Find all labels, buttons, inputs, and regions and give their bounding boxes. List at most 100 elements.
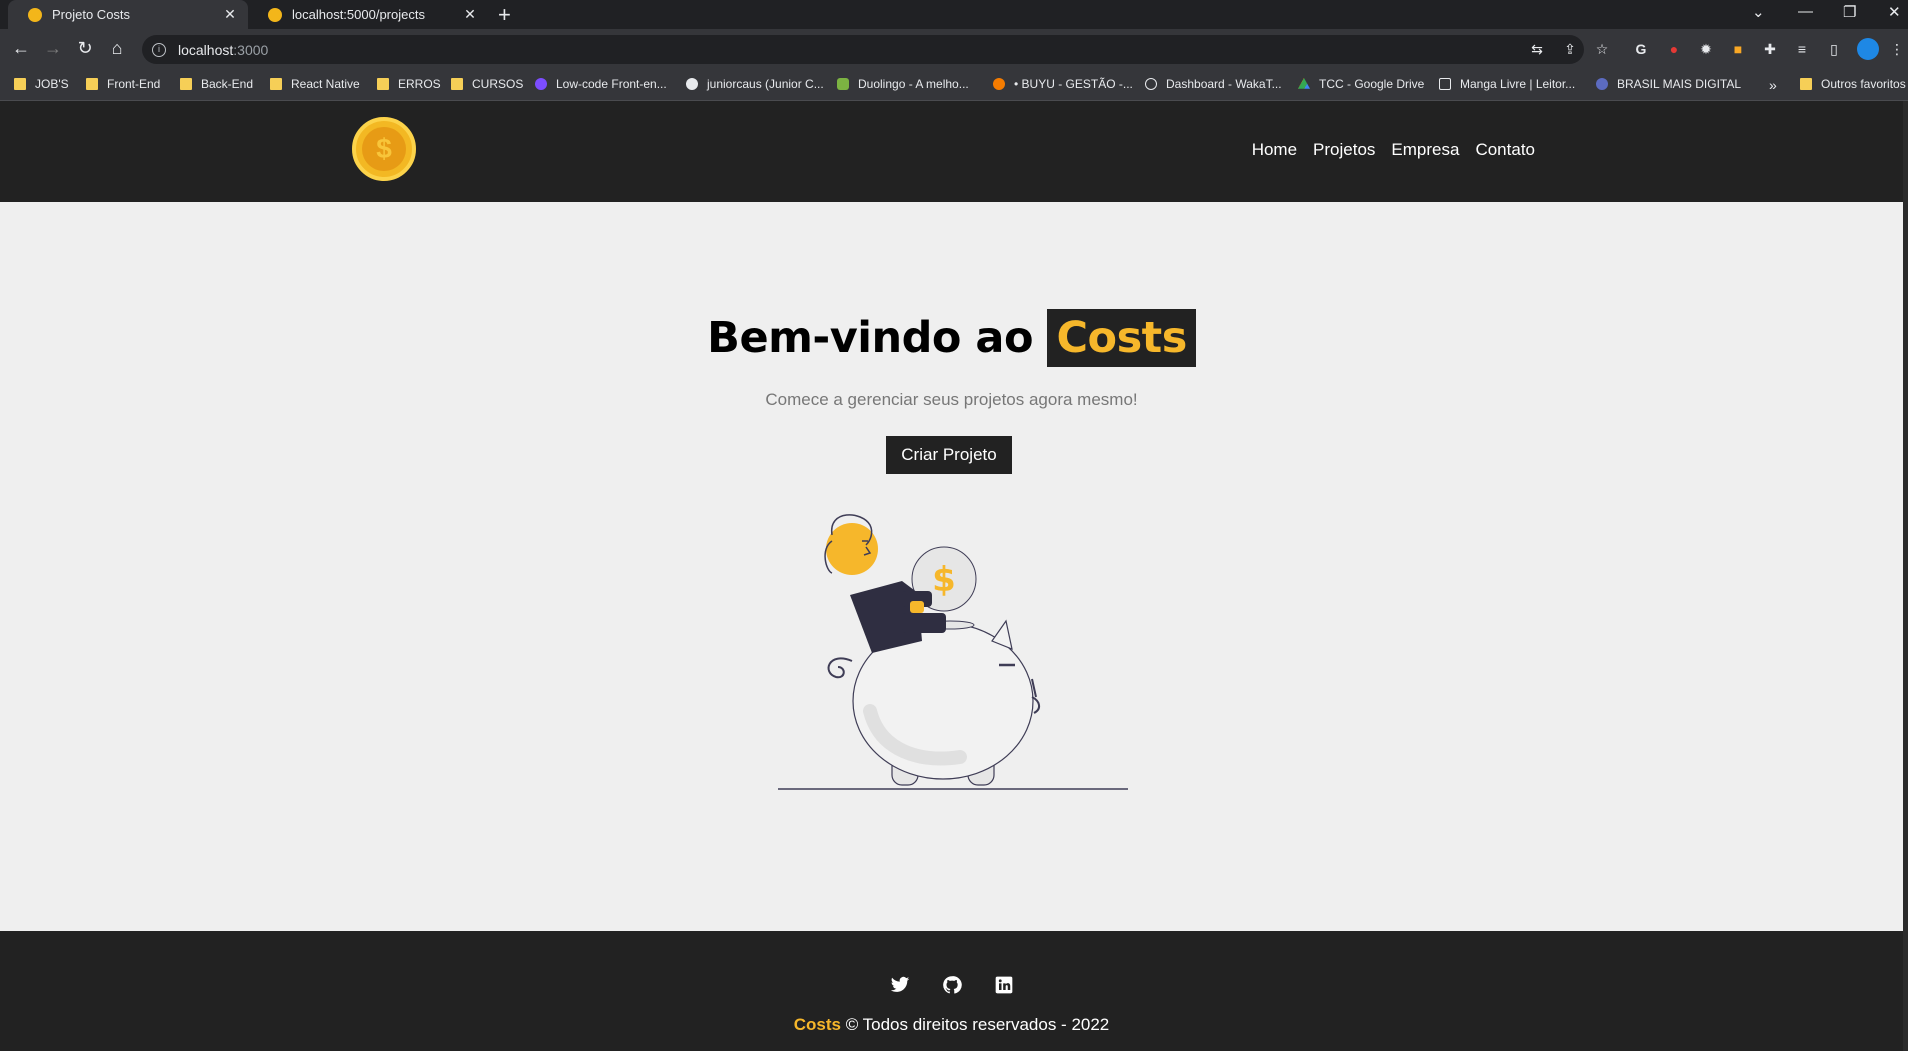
bookmark-label: JOB'S bbox=[35, 77, 69, 91]
hero-subtitle: Comece a gerenciar seus projetos agora m… bbox=[765, 390, 1138, 409]
nav-link-empresa[interactable]: Empresa bbox=[1391, 140, 1459, 160]
new-tab-icon[interactable]: + bbox=[498, 2, 511, 28]
bookmark-link[interactable]: juniorcaus (Junior C... bbox=[686, 77, 824, 91]
extensions-puzzle-icon[interactable]: ✚ bbox=[1761, 40, 1779, 58]
browser-tab[interactable]: localhost:5000/projects ✕ bbox=[248, 0, 488, 29]
title-prefix: Bem-vindo ao bbox=[707, 313, 1033, 363]
colorpick-extension-icon[interactable]: ■ bbox=[1729, 40, 1747, 58]
close-window-icon[interactable]: ✕ bbox=[1888, 3, 1901, 21]
social-links bbox=[0, 975, 1903, 995]
duolingo-icon bbox=[837, 78, 849, 90]
tab-close-icon[interactable]: ✕ bbox=[222, 6, 238, 23]
bookmark-label: React Native bbox=[291, 77, 360, 91]
minimize-icon[interactable]: — bbox=[1798, 3, 1813, 20]
tab-title: localhost:5000/projects bbox=[292, 7, 425, 22]
bookmark-star-icon[interactable]: ☆ bbox=[1593, 40, 1611, 58]
page-viewport: $ Home Projetos Empresa Contato Bem-vind… bbox=[0, 101, 1903, 1051]
bookmark-label: Dashboard - WakaT... bbox=[1166, 77, 1282, 91]
lowcode-icon bbox=[535, 78, 547, 90]
bookmark-link[interactable]: Dashboard - WakaT... bbox=[1145, 77, 1282, 91]
folder-icon bbox=[270, 78, 282, 90]
bookmark-folder[interactable]: JOB'S bbox=[14, 77, 69, 91]
reading-list-icon[interactable]: ≡ bbox=[1793, 40, 1811, 58]
more-bookmarks-icon[interactable]: » bbox=[1769, 77, 1777, 93]
bookmark-label: Low-code Front-en... bbox=[556, 77, 667, 91]
address-bar[interactable]: i localhost:3000 bbox=[142, 35, 1584, 64]
bookmark-label: • BUYU - GESTÃO -... bbox=[1014, 77, 1133, 91]
bookmark-folder[interactable]: ERROS bbox=[377, 77, 441, 91]
reload-icon[interactable]: ↻ bbox=[74, 38, 96, 59]
bookmark-folder[interactable]: Back-End bbox=[180, 77, 253, 91]
bookmark-label: BRASIL MAIS DIGITAL bbox=[1617, 77, 1742, 91]
profile-avatar[interactable] bbox=[1857, 38, 1879, 60]
other-bookmarks-folder[interactable]: Outros favoritos bbox=[1800, 77, 1906, 91]
bookmark-folder[interactable]: CURSOS bbox=[451, 77, 523, 91]
dollar-sign: $ bbox=[362, 127, 406, 171]
folder-icon bbox=[1800, 78, 1812, 90]
bookmark-label: Duolingo - A melho... bbox=[858, 77, 969, 91]
share-icon[interactable]: ⇪ bbox=[1561, 40, 1579, 58]
bookmark-label: Back-End bbox=[201, 77, 254, 91]
create-project-button[interactable]: Criar Projeto bbox=[886, 436, 1012, 474]
bookmark-label: TCC - Google Drive bbox=[1319, 77, 1425, 91]
svg-text:$: $ bbox=[932, 560, 956, 600]
folder-icon bbox=[451, 78, 463, 90]
url-port: :3000 bbox=[233, 41, 269, 58]
forward-icon[interactable]: → bbox=[42, 38, 64, 59]
nav-link-projetos[interactable]: Projetos bbox=[1313, 140, 1375, 160]
coin-favicon-icon bbox=[28, 7, 42, 22]
browser-menu-icon[interactable]: ⋮ bbox=[1888, 40, 1906, 58]
bookmark-link[interactable]: Manga Livre | Leitor... bbox=[1439, 77, 1575, 91]
page-scrollbar[interactable] bbox=[1903, 101, 1908, 1051]
tab-close-icon[interactable]: ✕ bbox=[462, 6, 478, 23]
nav-link-home[interactable]: Home bbox=[1252, 140, 1297, 160]
nav-link-contato[interactable]: Contato bbox=[1475, 140, 1535, 160]
linkedin-icon[interactable] bbox=[994, 975, 1014, 995]
bookmark-folder[interactable]: Front-End bbox=[86, 77, 160, 91]
bookmark-label: CURSOS bbox=[472, 77, 524, 91]
copyright-text: Costs © Todos direitos reservados - 2022 bbox=[0, 1015, 1903, 1035]
back-icon[interactable]: ← bbox=[10, 38, 32, 59]
dollar-coin-icon[interactable]: $ bbox=[352, 117, 416, 181]
bookmark-label: juniorcaus (Junior C... bbox=[707, 77, 824, 91]
bookmark-link[interactable]: TCC - Google Drive bbox=[1298, 77, 1424, 91]
adblock-extension-icon[interactable]: ● bbox=[1665, 40, 1683, 58]
footer-brand: Costs bbox=[793, 1015, 841, 1034]
github-icon bbox=[686, 78, 698, 90]
browser-tab-strip: Projeto Costs ✕ localhost:5000/projects … bbox=[0, 0, 1908, 29]
google-extension-icon[interactable]: G bbox=[1632, 40, 1650, 58]
folder-icon bbox=[377, 78, 389, 90]
bookmark-link[interactable]: BRASIL MAIS DIGITAL bbox=[1596, 77, 1741, 91]
browser-tab-active[interactable]: Projeto Costs ✕ bbox=[8, 0, 248, 29]
brasil-icon bbox=[1596, 78, 1608, 90]
bookmark-link[interactable]: Duolingo - A melho... bbox=[837, 77, 969, 91]
bookmark-link[interactable]: Low-code Front-en... bbox=[535, 77, 667, 91]
bookmark-folder[interactable]: React Native bbox=[270, 77, 360, 91]
tab-title: Projeto Costs bbox=[52, 7, 131, 22]
manga-icon bbox=[1439, 78, 1451, 90]
settings-extension-icon[interactable]: ✹ bbox=[1697, 40, 1715, 58]
coin-favicon-icon bbox=[268, 7, 282, 22]
site-navbar: $ Home Projetos Empresa Contato bbox=[0, 101, 1903, 202]
github-icon[interactable] bbox=[942, 975, 962, 995]
piggy-bank-savings-illustration: $ bbox=[778, 514, 1128, 790]
bookmarks-bar: JOB'S Front-End Back-End React Native ER… bbox=[0, 70, 1908, 101]
browser-toolbar: ← → ↻ ⌂ i localhost:3000 ⇆ ⇪ ☆ G ● ✹ ■ ✚… bbox=[0, 29, 1908, 70]
twitter-icon[interactable] bbox=[890, 975, 910, 995]
translate-icon[interactable]: ⇆ bbox=[1528, 40, 1546, 58]
drive-icon bbox=[1298, 78, 1310, 89]
side-panel-icon[interactable]: ▯ bbox=[1825, 40, 1843, 58]
tab-search-icon[interactable]: ⌄ bbox=[1752, 3, 1765, 21]
restore-icon[interactable]: ❐ bbox=[1843, 3, 1856, 21]
bookmark-label: Front-End bbox=[107, 77, 161, 91]
home-icon[interactable]: ⌂ bbox=[106, 38, 128, 59]
bookmark-link[interactable]: • BUYU - GESTÃO -... bbox=[993, 77, 1133, 91]
site-footer: Costs © Todos direitos reservados - 2022 bbox=[0, 931, 1903, 1051]
copyright-label: © Todos direitos reservados - 2022 bbox=[845, 1015, 1110, 1034]
bookmark-label: Manga Livre | Leitor... bbox=[1460, 77, 1576, 91]
folder-icon bbox=[180, 78, 192, 90]
wakatime-icon bbox=[1145, 78, 1157, 90]
url-host: localhost bbox=[178, 41, 234, 58]
site-info-icon[interactable]: i bbox=[152, 42, 166, 57]
title-brand: Costs bbox=[1047, 309, 1196, 367]
